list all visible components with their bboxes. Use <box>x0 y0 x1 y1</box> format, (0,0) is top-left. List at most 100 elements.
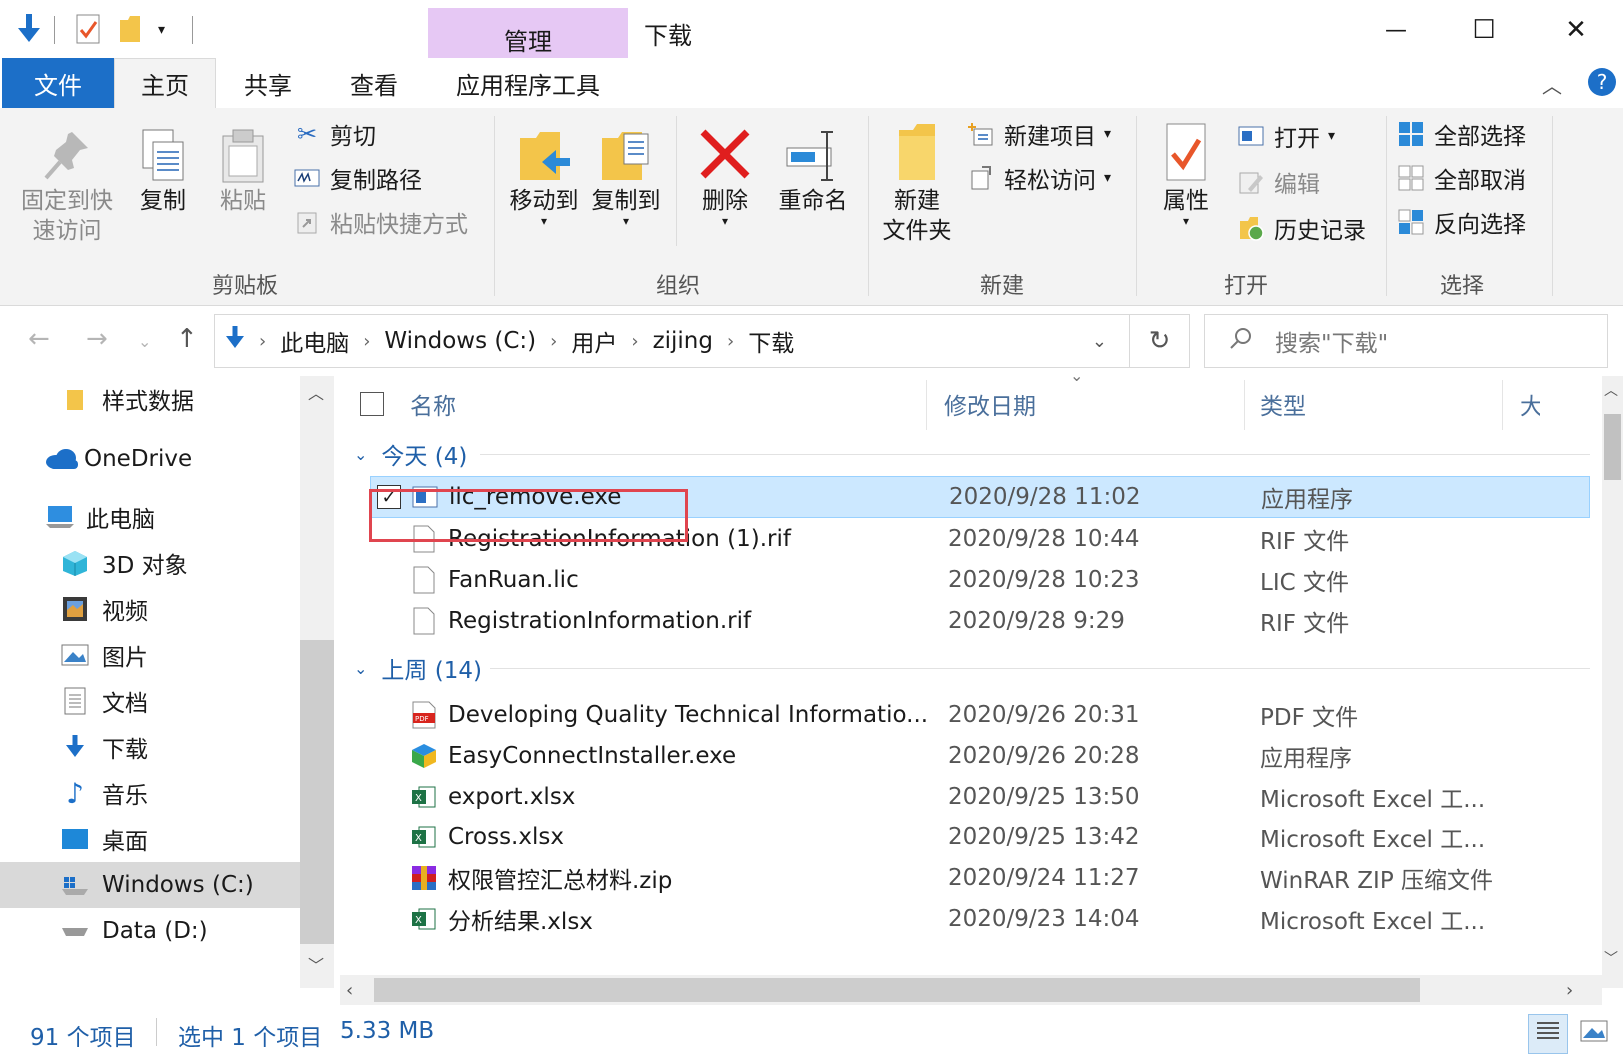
breadcrumb-zijing[interactable]: zijing <box>653 328 713 354</box>
manage-context-tab[interactable]: 管理 <box>428 8 628 58</box>
table-row[interactable]: FanRuan.lic 2020/9/28 10:23 LIC 文件 <box>370 559 1590 601</box>
search-box[interactable]: 搜索"下载" <box>1204 314 1608 368</box>
horizontal-scrollbar-thumb[interactable] <box>374 978 1420 1002</box>
tab-share[interactable]: 共享 <box>216 58 320 108</box>
minimize-button[interactable]: — <box>1366 8 1426 52</box>
open-button[interactable]: 打开 ▾ <box>1238 116 1335 156</box>
properties-button[interactable]: 属性 ▾ <box>1146 122 1226 227</box>
breadcrumb-this-pc[interactable]: 此电脑 <box>280 324 349 358</box>
new-folder-label-line1: 新建 <box>894 188 940 214</box>
search-icon <box>1229 326 1253 356</box>
column-header-size[interactable]: 大小 <box>1520 376 1540 432</box>
large-icons-view-button[interactable] <box>1574 1014 1614 1054</box>
table-row[interactable]: RegistrationInformation.rif 2020/9/28 9:… <box>370 600 1590 642</box>
navigation-bar: ← → ⌄ ↑ › 此电脑 › Windows (C:) › 用户 › ziji… <box>0 306 1623 376</box>
new-folder-qat-icon[interactable] <box>118 14 142 44</box>
table-row[interactable]: EasyConnectInstaller.exe 2020/9/26 20:28… <box>370 735 1590 777</box>
history-button[interactable]: 历史记录 <box>1238 208 1366 248</box>
up-arrow-icon[interactable]: ↑ <box>176 324 198 354</box>
properties-check-icon[interactable] <box>76 14 102 44</box>
forward-arrow-icon[interactable]: → <box>86 324 108 354</box>
breadcrumb-users[interactable]: 用户 <box>571 324 617 358</box>
help-button[interactable]: ? <box>1588 68 1616 96</box>
tab-home[interactable]: 主页 <box>114 58 216 108</box>
tab-view[interactable]: 查看 <box>320 58 428 108</box>
qat-dropdown-icon[interactable]: ▾ <box>158 22 174 38</box>
table-row[interactable]: PDF Developing Quality Technical Informa… <box>370 694 1590 736</box>
scroll-right-icon[interactable]: › <box>1566 980 1573 1001</box>
new-item-label: 新建项目 <box>1004 124 1096 150</box>
new-item-button[interactable]: 新建项目 ▾ <box>968 114 1111 154</box>
select-all-button[interactable]: 全部选择 <box>1398 114 1526 154</box>
quick-access-down-arrow-icon[interactable] <box>14 12 44 46</box>
edit-button[interactable]: 编辑 <box>1238 162 1320 202</box>
copy-to-button[interactable]: 复制到 ▾ <box>588 128 664 227</box>
column-separator[interactable] <box>1244 380 1245 430</box>
nav-item-pictures[interactable]: 图片 <box>0 632 300 678</box>
scroll-left-icon[interactable]: ‹ <box>346 980 353 1001</box>
table-row[interactable]: X Cross.xlsx 2020/9/25 13:42 Microsoft E… <box>370 816 1590 858</box>
breadcrumb-downloads[interactable]: 下载 <box>748 324 794 358</box>
group-header-last-week[interactable]: ⌄ 上周 (14) <box>354 648 482 688</box>
nav-item-desktop[interactable]: 桌面 <box>0 816 300 862</box>
maximize-button[interactable]: ☐ <box>1454 8 1514 52</box>
nav-item-windows-c[interactable]: Windows (C:) <box>0 862 300 908</box>
pin-quick-access-button[interactable]: 固定到快 速访问 <box>12 128 122 246</box>
svg-text:X: X <box>415 915 422 926</box>
column-header-name[interactable]: 名称 <box>410 376 456 432</box>
table-row[interactable]: X export.xlsx 2020/9/25 13:50 Microsoft … <box>370 776 1590 818</box>
nav-scroll-down-icon[interactable]: ﹀ <box>308 952 324 976</box>
copy-path-button[interactable]: 复制路径 <box>294 158 422 198</box>
easy-access-button[interactable]: 轻松访问 ▾ <box>968 158 1111 198</box>
table-row[interactable]: X 分析结果.xlsx 2020/9/23 14:04 Microsoft Ex… <box>370 898 1590 940</box>
column-separator[interactable] <box>926 380 927 430</box>
nav-item-music[interactable]: ♪ 音乐 <box>0 770 300 816</box>
nav-item-onedrive[interactable]: OneDrive <box>0 436 300 482</box>
group-separator <box>494 116 495 296</box>
vertical-scrollbar-thumb[interactable] <box>1604 414 1621 480</box>
select-none-button[interactable]: 全部取消 <box>1398 158 1526 198</box>
paste-label: 粘贴 <box>220 188 266 214</box>
file-name: 权限管控汇总材料.zip <box>448 868 673 894</box>
cut-button[interactable]: ✂ 剪切 <box>294 114 376 154</box>
paste-button[interactable]: 粘贴 <box>208 128 278 216</box>
file-name: Developing Quality Technical Informatio.… <box>448 702 929 728</box>
nav-item-documents[interactable]: 文档 <box>0 678 300 724</box>
breadcrumb-windows-c[interactable]: Windows (C:) <box>384 328 536 354</box>
recent-locations-chevron-icon[interactable]: ⌄ <box>138 332 151 351</box>
nav-item-videos[interactable]: 视频 <box>0 586 300 632</box>
scroll-up-icon[interactable]: ︿ <box>1604 380 1618 400</box>
tab-app-tools[interactable]: 应用程序工具 <box>428 58 628 108</box>
rename-button[interactable]: 重命名 <box>770 128 856 216</box>
nav-scroll-up-icon[interactable]: ︿ <box>308 380 324 404</box>
address-dropdown-icon[interactable]: ⌄ <box>1092 331 1107 352</box>
table-row[interactable]: 权限管控汇总材料.zip 2020/9/24 11:27 WinRAR ZIP … <box>370 857 1590 899</box>
column-header-type[interactable]: 类型 <box>1260 376 1306 432</box>
easy-access-label: 轻松访问 <box>1004 168 1096 194</box>
collapse-ribbon-icon[interactable]: ︿ <box>1542 70 1562 99</box>
tab-file[interactable]: 文件 <box>2 58 114 108</box>
nav-item-style-data[interactable]: 样式数据 <box>0 376 300 422</box>
new-folder-button[interactable]: 新建 文件夹 <box>872 122 962 246</box>
select-all-checkbox[interactable] <box>360 392 384 416</box>
group-header-today[interactable]: ⌄ 今天 (4) <box>354 434 467 474</box>
close-button[interactable]: ✕ <box>1546 8 1606 52</box>
status-bar: 91 个项目 选中 1 个项目 5.33 MB <box>0 1008 1623 1059</box>
nav-item-3d-objects[interactable]: 3D 对象 <box>0 540 300 586</box>
address-bar[interactable]: › 此电脑 › Windows (C:) › 用户 › zijing › 下载 … <box>214 314 1130 368</box>
scroll-down-icon[interactable]: ﹀ <box>1604 948 1618 968</box>
refresh-button[interactable]: ↻ <box>1130 314 1190 368</box>
copy-button[interactable]: 复制 <box>128 128 198 216</box>
invert-selection-button[interactable]: 反向选择 <box>1398 202 1526 242</box>
delete-button[interactable]: 删除 ▾ <box>690 128 760 227</box>
nav-scrollbar-thumb[interactable] <box>300 640 334 944</box>
paste-shortcut-button[interactable]: 粘贴快捷方式 <box>294 202 468 242</box>
nav-item-this-pc[interactable]: 此电脑 <box>0 494 300 540</box>
nav-item-downloads[interactable]: 下载 <box>0 724 300 770</box>
nav-item-data-d[interactable]: Data (D:) <box>0 908 300 954</box>
move-to-button[interactable]: 移动到 ▾ <box>506 128 582 227</box>
details-view-button[interactable] <box>1528 1014 1568 1054</box>
back-arrow-icon[interactable]: ← <box>28 324 50 354</box>
column-header-date[interactable]: 修改日期 <box>944 376 1036 432</box>
column-separator[interactable] <box>1502 380 1503 430</box>
